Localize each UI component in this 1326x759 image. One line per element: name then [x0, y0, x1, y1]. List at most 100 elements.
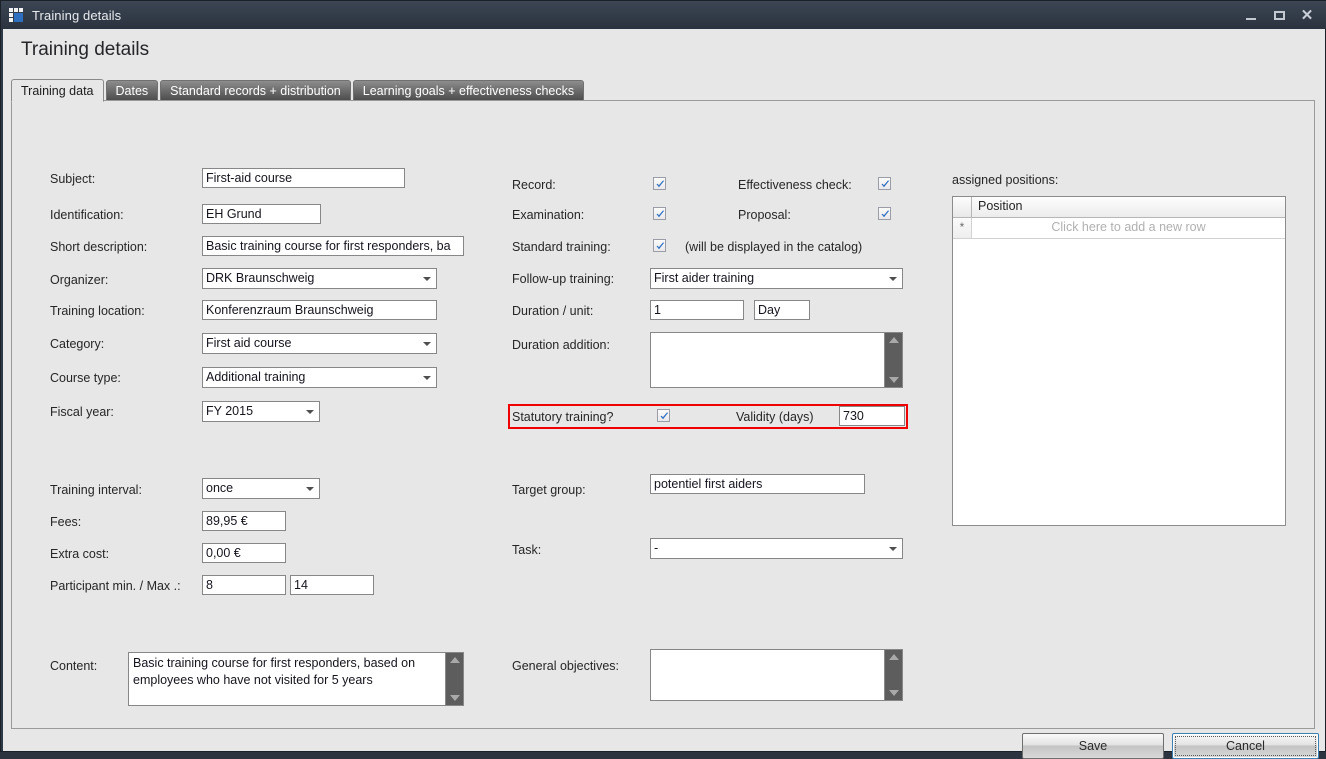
standard-training-note: (will be displayed in the catalog) [685, 240, 863, 254]
window-controls: ✕ [1237, 1, 1321, 29]
duration-addition-scrollbar[interactable] [884, 333, 902, 387]
tab-learning-goals-effectiveness-checks[interactable]: Learning goals + effectiveness checks [352, 80, 585, 101]
statutory-training-checkbox[interactable] [657, 409, 670, 422]
tab-dates[interactable]: Dates [105, 80, 159, 101]
effectiveness-check-label: Effectiveness check: [738, 178, 852, 192]
assigned-positions-label: assigned positions: [952, 173, 1059, 187]
footer-button-bar: Save Cancel [3, 729, 1325, 759]
chevron-down-icon [889, 547, 897, 551]
grid-new-row-prompt[interactable]: Click here to add a new row [972, 218, 1285, 238]
follow-up-training-label: Follow-up training: [512, 272, 615, 286]
focus-ring [1175, 736, 1316, 756]
participant-min-input[interactable]: 8 [202, 575, 286, 595]
subject-input[interactable]: First-aid course [202, 168, 405, 188]
course-type-combo[interactable]: Additional training [202, 367, 437, 388]
record-label: Record: [512, 178, 556, 192]
duration-input[interactable]: 1 [650, 300, 744, 320]
unit-input[interactable]: Day [754, 300, 810, 320]
cancel-button[interactable]: Cancel [1172, 733, 1319, 759]
grid-new-row[interactable]: * Click here to add a new row [953, 218, 1285, 239]
extra-cost-input[interactable]: 0,00 € [202, 543, 286, 563]
content-scrollbar[interactable] [445, 653, 463, 705]
category-combo[interactable]: First aid course [202, 333, 437, 354]
scroll-up-icon[interactable] [889, 654, 899, 660]
minimize-icon[interactable] [1237, 2, 1265, 28]
grid-icon [9, 8, 25, 22]
chevron-down-icon [889, 277, 897, 281]
standard-training-checkbox[interactable] [653, 239, 666, 252]
organizer-combo[interactable]: DRK Braunschweig [202, 268, 437, 289]
title-bar: Training details ✕ [1, 1, 1326, 29]
examination-label: Examination: [512, 208, 585, 222]
fiscal-year-combo[interactable]: FY 2015 [202, 401, 320, 422]
subject-label: Subject: [50, 172, 96, 186]
course-type-value: Additional training [206, 370, 306, 384]
follow-up-training-value: First aider training [654, 271, 755, 285]
scroll-up-icon[interactable] [450, 657, 460, 663]
window-title: Training details [32, 7, 122, 23]
fees-input[interactable]: 89,95 € [202, 511, 286, 531]
training-interval-combo[interactable]: once [202, 478, 320, 499]
extra-cost-label: Extra cost: [50, 547, 110, 561]
chevron-down-icon [423, 376, 431, 380]
short-description-label: Short description: [50, 240, 148, 254]
chevron-down-icon [423, 342, 431, 346]
training-location-input[interactable]: Konferenzraum Braunschweig [202, 300, 437, 320]
chevron-down-icon [306, 410, 314, 414]
tab-training-data[interactable]: Training data [11, 79, 104, 102]
validity-days-label: Validity (days) [736, 410, 814, 424]
identification-input[interactable]: EH Grund [202, 204, 321, 224]
chevron-down-icon [306, 487, 314, 491]
scroll-down-icon[interactable] [450, 695, 460, 701]
effectiveness-check-checkbox[interactable] [878, 177, 891, 190]
follow-up-training-combo[interactable]: First aider training [650, 268, 903, 289]
short-description-input[interactable]: Basic training course for first responde… [202, 236, 464, 256]
tab-page-training-data: Subject: First-aid course Identification… [11, 100, 1315, 729]
content-label: Content: [50, 659, 98, 673]
participants-label: Participant min. / Max .: [50, 579, 181, 593]
page-title: Training details [21, 39, 150, 60]
close-icon[interactable]: ✕ [1293, 2, 1321, 28]
course-type-label: Course type: [50, 371, 121, 385]
duration-unit-label: Duration / unit: [512, 304, 594, 318]
duration-addition-textarea[interactable] [650, 332, 903, 388]
proposal-checkbox[interactable] [878, 207, 891, 220]
new-row-indicator-icon: * [953, 218, 972, 238]
assigned-positions-grid[interactable]: Position * Click here to add a new row [952, 196, 1286, 526]
grid-corner-cell [953, 197, 972, 217]
scroll-up-icon[interactable] [889, 337, 899, 343]
general-objectives-label: General objectives: [512, 659, 620, 673]
identification-label: Identification: [50, 208, 124, 222]
statutory-training-label: Statutory training? [512, 410, 614, 424]
validity-days-input[interactable]: 730 [839, 406, 905, 426]
grid-column-header-position[interactable]: Position [972, 197, 1285, 217]
training-interval-label: Training interval: [50, 483, 142, 497]
task-label: Task: [512, 543, 542, 557]
category-value: First aid course [206, 336, 292, 350]
scroll-down-icon[interactable] [889, 377, 899, 383]
proposal-label: Proposal: [738, 208, 791, 222]
task-combo[interactable]: - [650, 538, 903, 559]
grid-header-row: Position [953, 197, 1285, 218]
general-objectives-scrollbar[interactable] [884, 650, 902, 700]
target-group-input[interactable]: potentiel first aiders [650, 474, 865, 494]
content-text: Basic training course for first responde… [133, 656, 419, 687]
chevron-down-icon [423, 277, 431, 281]
scroll-down-icon[interactable] [889, 690, 899, 696]
target-group-label: Target group: [512, 483, 586, 497]
examination-checkbox[interactable] [653, 207, 666, 220]
maximize-icon[interactable] [1265, 2, 1293, 28]
save-button[interactable]: Save [1022, 733, 1164, 759]
participant-max-input[interactable]: 14 [290, 575, 374, 595]
training-interval-value: once [206, 481, 234, 495]
fiscal-year-label: Fiscal year: [50, 405, 114, 419]
tab-standard-records-distribution[interactable]: Standard records + distribution [160, 80, 351, 101]
record-checkbox[interactable] [653, 177, 666, 190]
standard-training-label: Standard training: [512, 240, 611, 254]
content-textarea[interactable]: Basic training course for first responde… [128, 652, 464, 706]
fees-label: Fees: [50, 515, 82, 529]
general-objectives-textarea[interactable] [650, 649, 903, 701]
duration-addition-label: Duration addition: [512, 338, 610, 352]
task-value: - [654, 541, 659, 555]
training-location-label: Training location: [50, 304, 145, 318]
